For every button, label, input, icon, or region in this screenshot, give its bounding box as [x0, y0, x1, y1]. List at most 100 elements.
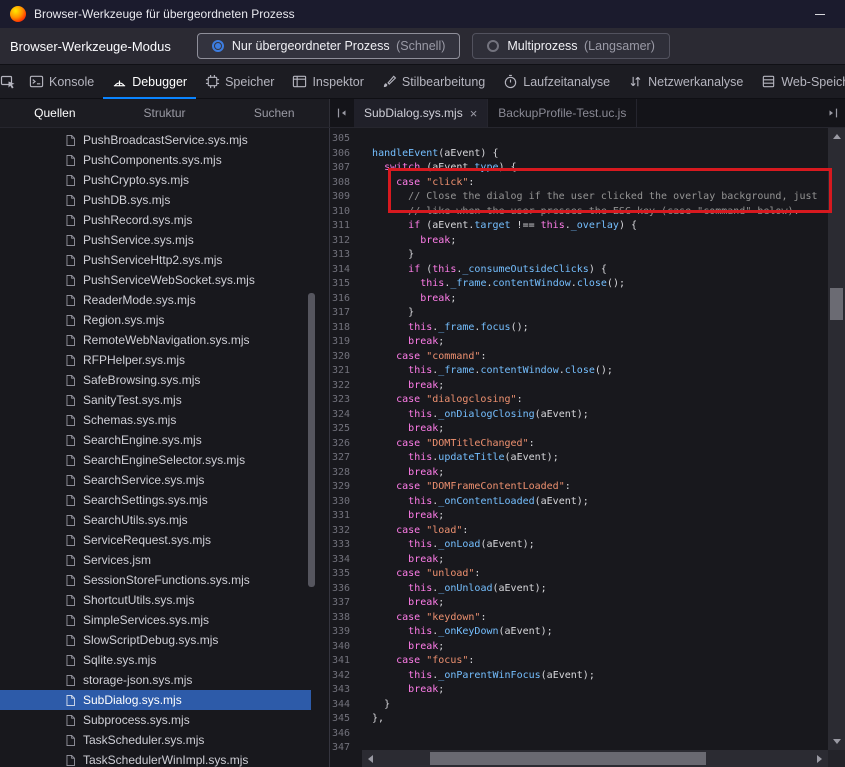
line-number[interactable]: 342 — [330, 669, 356, 684]
line-number[interactable]: 337 — [330, 596, 356, 611]
mode-option-parent-process[interactable]: Nur übergeordneter Prozess (Schnell) — [197, 33, 461, 59]
panel-tab-suchen[interactable]: Suchen — [219, 99, 329, 127]
line-number[interactable]: 329 — [330, 480, 356, 495]
line-number[interactable]: 305 — [330, 132, 356, 147]
editor-vertical-scrollbar[interactable] — [828, 128, 845, 750]
tree-item[interactable]: Schemas.sys.mjs — [0, 410, 311, 430]
tab-konsole[interactable]: Konsole — [20, 65, 103, 98]
close-tab-icon[interactable]: × — [470, 107, 478, 120]
radio-selected-icon[interactable] — [212, 40, 224, 52]
line-number[interactable]: 322 — [330, 379, 356, 394]
line-number[interactable]: 327 — [330, 451, 356, 466]
line-number[interactable]: 324 — [330, 408, 356, 423]
line-number[interactable]: 311 — [330, 219, 356, 234]
tree-item[interactable]: storage-json.sys.mjs — [0, 670, 311, 690]
tab-debugger[interactable]: Debugger — [103, 65, 196, 98]
line-number[interactable]: 330 — [330, 495, 356, 510]
line-number[interactable]: 340 — [330, 640, 356, 655]
tab-netzwerkanalyse[interactable]: Netzwerkanalyse — [619, 65, 752, 98]
line-number[interactable]: 306 — [330, 147, 356, 162]
tree-item[interactable]: PushServiceWebSocket.sys.mjs — [0, 270, 311, 290]
tree-item[interactable]: PushComponents.sys.mjs — [0, 150, 311, 170]
line-number[interactable]: 346 — [330, 727, 356, 742]
vertical-scroll-thumb[interactable] — [830, 288, 843, 320]
tree-item[interactable]: ShortcutUtils.sys.mjs — [0, 590, 311, 610]
mode-option-multiprocess[interactable]: Multiprozess (Langsamer) — [472, 33, 670, 59]
line-number[interactable]: 319 — [330, 335, 356, 350]
line-number[interactable]: 309 — [330, 190, 356, 205]
line-number[interactable]: 318 — [330, 321, 356, 336]
line-number[interactable]: 313 — [330, 248, 356, 263]
tree-item[interactable]: SearchEngineSelector.sys.mjs — [0, 450, 311, 470]
tree-item[interactable]: PushDB.sys.mjs — [0, 190, 311, 210]
line-number[interactable]: 333 — [330, 538, 356, 553]
collapse-sources-pane-button[interactable] — [330, 99, 354, 127]
panel-tab-struktur[interactable]: Struktur — [110, 99, 220, 127]
line-number[interactable]: 331 — [330, 509, 356, 524]
scroll-up-button[interactable] — [828, 128, 845, 145]
tree-item[interactable]: PushRecord.sys.mjs — [0, 210, 311, 230]
tab-stilbearbeitung[interactable]: Stilbearbeitung — [373, 65, 494, 98]
tree-item[interactable]: SanityTest.sys.mjs — [0, 390, 311, 410]
tree-item[interactable]: SafeBrowsing.sys.mjs — [0, 370, 311, 390]
tree-item[interactable]: RFPHelper.sys.mjs — [0, 350, 311, 370]
line-number[interactable]: 312 — [330, 234, 356, 249]
tree-item[interactable]: PushCrypto.sys.mjs — [0, 170, 311, 190]
tab-speicher[interactable]: Speicher — [196, 65, 283, 98]
line-number[interactable]: 328 — [330, 466, 356, 481]
tree-item[interactable]: SubDialog.sys.mjs — [0, 690, 311, 710]
line-number[interactable]: 316 — [330, 292, 356, 307]
tree-item[interactable]: SlowScriptDebug.sys.mjs — [0, 630, 311, 650]
line-number[interactable]: 323 — [330, 393, 356, 408]
line-number[interactable]: 341 — [330, 654, 356, 669]
tab-inspektor[interactable]: Inspektor — [283, 65, 372, 98]
panel-tab-quellen[interactable]: Quellen — [0, 99, 110, 127]
line-number[interactable]: 335 — [330, 567, 356, 582]
expand-panes-button[interactable] — [821, 99, 845, 127]
tree-item[interactable]: PushServiceHttp2.sys.mjs — [0, 250, 311, 270]
radio-unselected-icon[interactable] — [487, 40, 499, 52]
line-number[interactable]: 308 — [330, 176, 356, 191]
tree-item[interactable]: Region.sys.mjs — [0, 310, 311, 330]
pick-element-button[interactable] — [0, 65, 16, 98]
line-number[interactable]: 310 — [330, 205, 356, 220]
line-number[interactable]: 307 — [330, 161, 356, 176]
line-number[interactable]: 317 — [330, 306, 356, 321]
scroll-right-button[interactable] — [811, 750, 828, 767]
line-number[interactable]: 347 — [330, 741, 356, 756]
line-number[interactable]: 334 — [330, 553, 356, 568]
line-number[interactable]: 345 — [330, 712, 356, 727]
tree-item[interactable]: SearchUtils.sys.mjs — [0, 510, 311, 530]
tab-web-speicher[interactable]: Web-Speicher — [752, 65, 845, 98]
line-number[interactable]: 325 — [330, 422, 356, 437]
tree-item[interactable]: TaskScheduler.sys.mjs — [0, 730, 311, 750]
line-number[interactable]: 332 — [330, 524, 356, 539]
tab-laufzeitanalyse[interactable]: Laufzeitanalyse — [494, 65, 619, 98]
line-number[interactable]: 315 — [330, 277, 356, 292]
scroll-left-button[interactable] — [362, 750, 379, 767]
tree-item[interactable]: PushBroadcastService.sys.mjs — [0, 130, 311, 150]
line-number[interactable]: 344 — [330, 698, 356, 713]
source-tab-subdialog[interactable]: SubDialog.sys.mjs × — [354, 99, 488, 127]
tree-item[interactable]: ServiceRequest.sys.mjs — [0, 530, 311, 550]
source-tab-backupprofile[interactable]: BackupProfile-Test.uc.js — [488, 99, 637, 127]
tree-item[interactable]: Sqlite.sys.mjs — [0, 650, 311, 670]
tree-item[interactable]: ReaderMode.sys.mjs — [0, 290, 311, 310]
line-number[interactable]: 343 — [330, 683, 356, 698]
tree-item[interactable]: SearchEngine.sys.mjs — [0, 430, 311, 450]
tree-item[interactable]: SearchService.sys.mjs — [0, 470, 311, 490]
tree-item[interactable]: SearchSettings.sys.mjs — [0, 490, 311, 510]
editor-horizontal-scrollbar[interactable] — [362, 750, 828, 767]
line-number[interactable]: 314 — [330, 263, 356, 278]
tree-item[interactable]: RemoteWebNavigation.sys.mjs — [0, 330, 311, 350]
tree-item[interactable]: Subprocess.sys.mjs — [0, 710, 311, 730]
tree-item[interactable]: Services.jsm — [0, 550, 311, 570]
line-number[interactable]: 326 — [330, 437, 356, 452]
line-number[interactable]: 320 — [330, 350, 356, 365]
tree-item[interactable]: PushService.sys.mjs — [0, 230, 311, 250]
horizontal-scroll-thumb[interactable] — [430, 752, 706, 765]
line-number[interactable]: 336 — [330, 582, 356, 597]
line-number[interactable]: 321 — [330, 364, 356, 379]
tree-item[interactable]: SessionStoreFunctions.sys.mjs — [0, 570, 311, 590]
scroll-down-button[interactable] — [828, 733, 845, 750]
